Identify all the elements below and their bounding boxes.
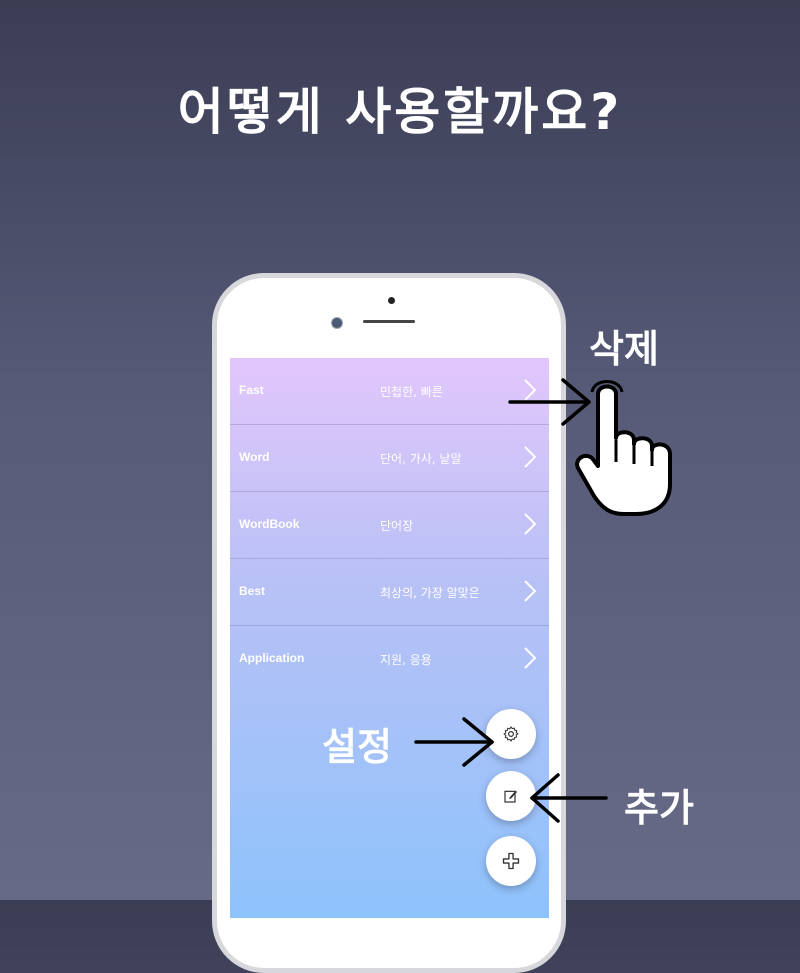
list-item[interactable]: WordBook 단어장: [230, 492, 549, 559]
settings-annotation: 설정: [322, 725, 392, 769]
word-meaning: 민첩한, 빠른: [380, 385, 443, 399]
list-item[interactable]: Application 지원, 응용: [230, 626, 549, 693]
pointing-hand-icon: [575, 380, 672, 516]
page-headline: 어떻게 사용할까요?: [177, 83, 623, 141]
add-arrow-icon: [530, 773, 608, 823]
list-item[interactable]: Word 단어, 가사, 낱말: [230, 425, 549, 492]
list-item[interactable]: Best 최상의, 가장 알맞은: [230, 559, 549, 626]
app-screen: Fast 민첩한, 빠른 Word 단어, 가사, 낱말 WordBook 단어…: [230, 358, 549, 918]
chevron-right-icon[interactable]: [523, 512, 537, 536]
edit-note-icon: [503, 788, 519, 804]
settings-arrow-icon: [414, 717, 494, 767]
word-english: Best: [239, 584, 266, 598]
plus-icon: [501, 851, 521, 871]
word-english: WordBook: [239, 517, 300, 531]
chevron-right-icon[interactable]: [523, 646, 537, 670]
chevron-right-icon[interactable]: [523, 445, 537, 469]
gear-icon: [502, 725, 520, 743]
phone-speaker: [363, 320, 415, 323]
add-button[interactable]: [486, 836, 536, 886]
word-meaning: 단어장: [380, 519, 414, 533]
chevron-right-icon[interactable]: [523, 579, 537, 603]
word-meaning: 단어, 가사, 낱말: [380, 452, 462, 466]
word-english: Word: [239, 450, 270, 464]
delete-annotation: 삭제: [589, 327, 659, 371]
word-meaning: 지원, 응용: [380, 653, 432, 667]
phone-sensor: [388, 297, 395, 304]
list-item[interactable]: Fast 민첩한, 빠른: [230, 358, 549, 425]
add-annotation: 추가: [624, 786, 694, 830]
word-meaning: 최상의, 가장 알맞은: [380, 586, 480, 600]
word-english: Application: [239, 651, 305, 665]
phone-camera: [331, 317, 343, 329]
word-english: Fast: [239, 383, 264, 397]
